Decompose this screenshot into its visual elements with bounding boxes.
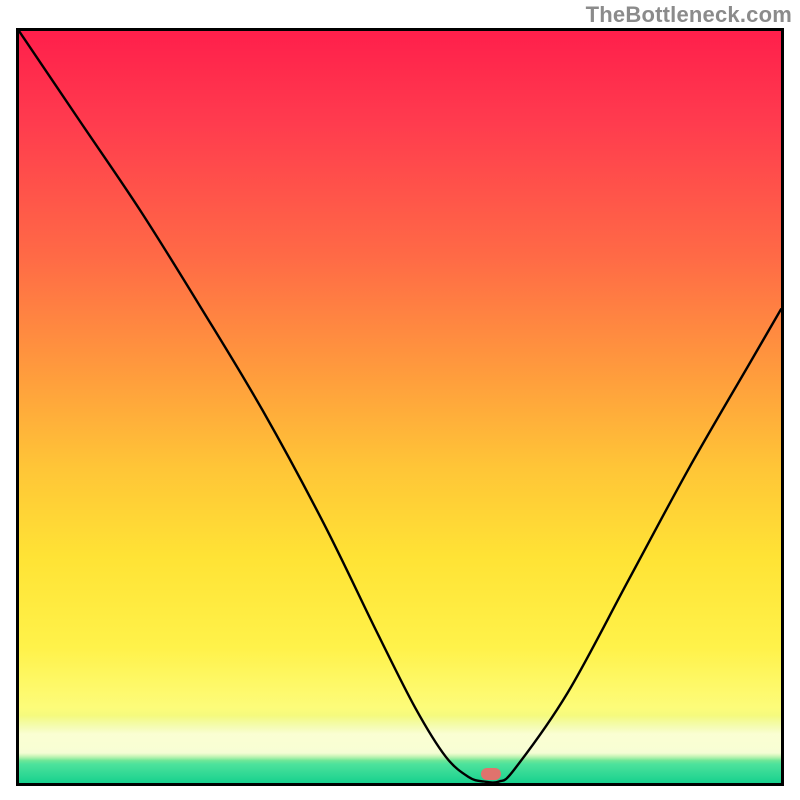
watermark-label: TheBottleneck.com — [586, 2, 792, 28]
curve-layer — [19, 31, 781, 783]
plot-area — [16, 28, 784, 786]
chart-container: TheBottleneck.com — [0, 0, 800, 800]
minimum-marker — [481, 768, 501, 780]
bottleneck-curve-path — [19, 31, 781, 783]
